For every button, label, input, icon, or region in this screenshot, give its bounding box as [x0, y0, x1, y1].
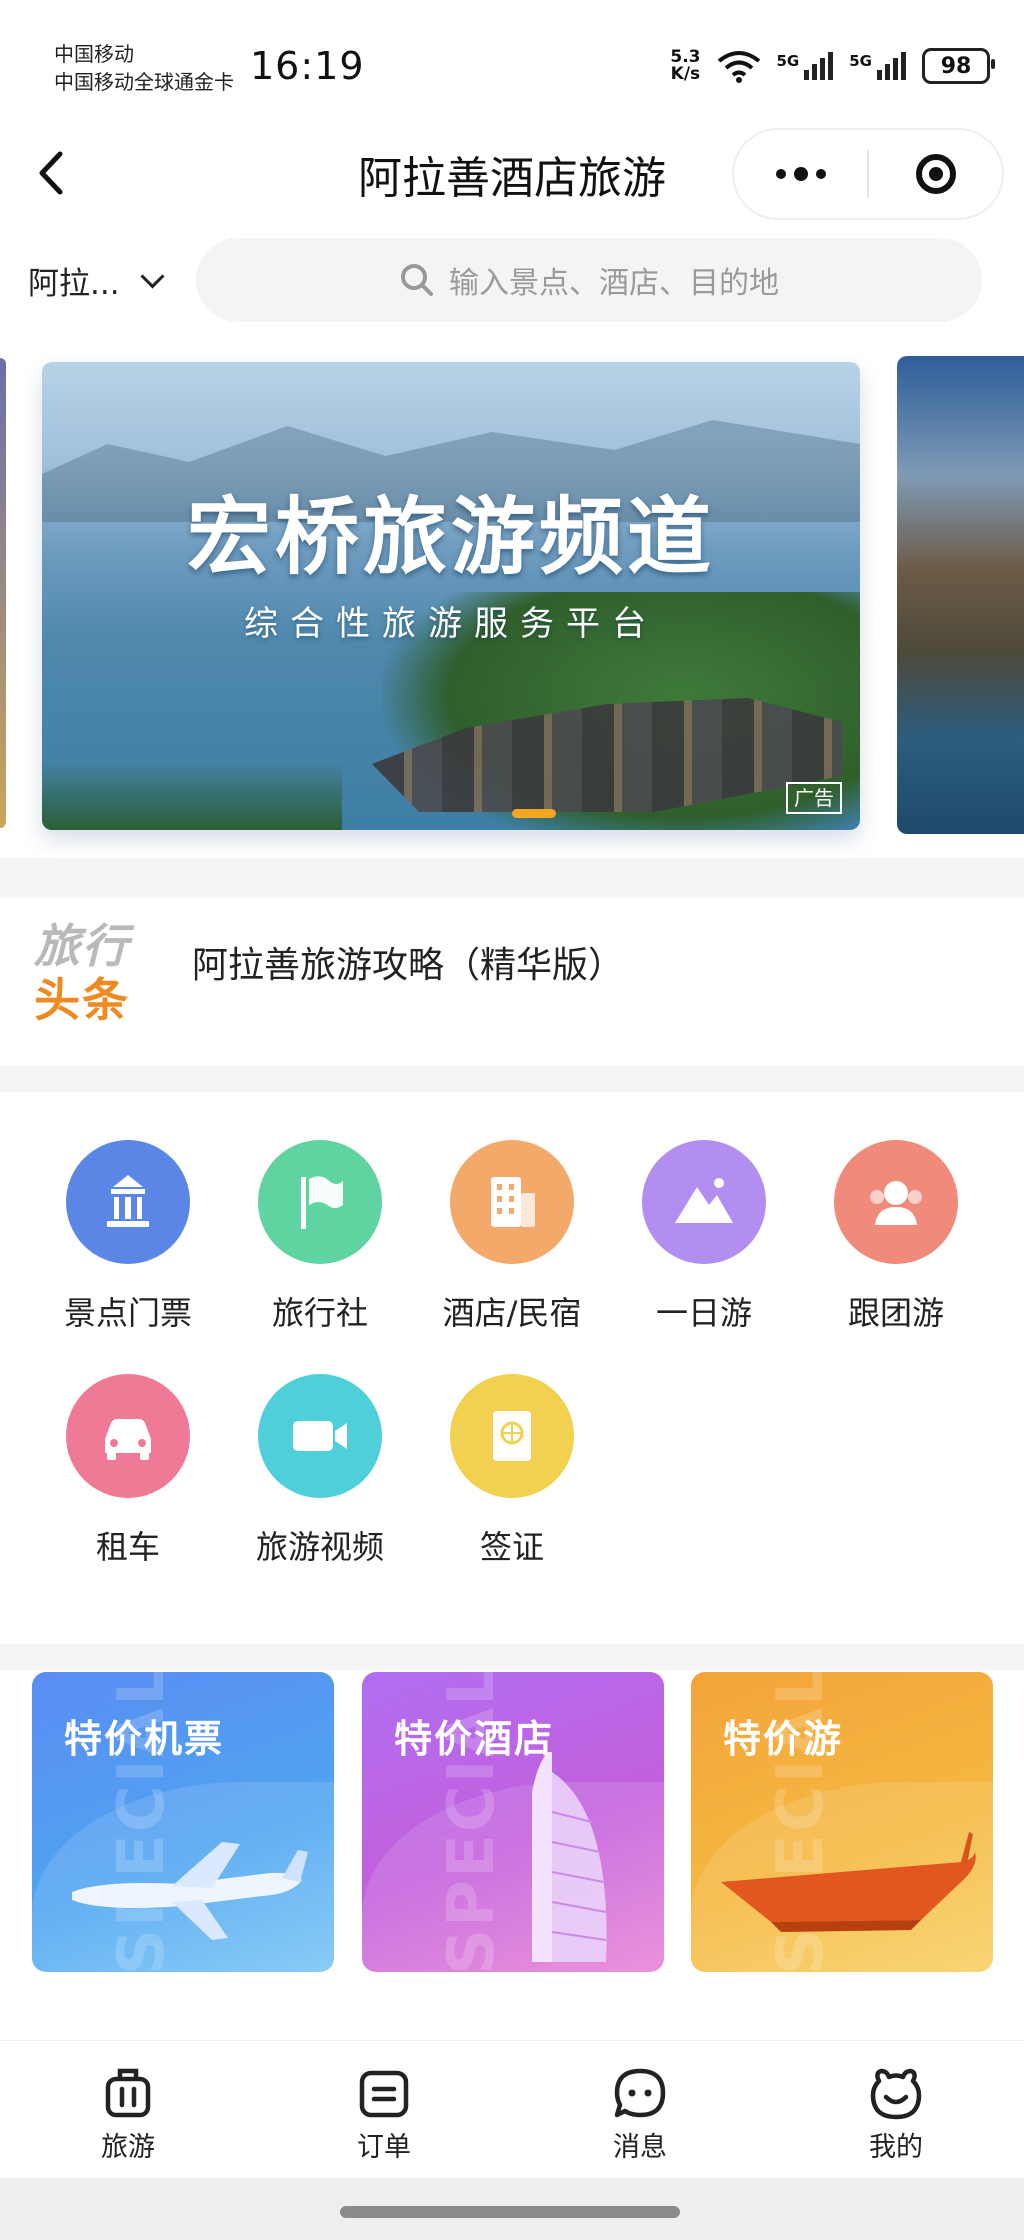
car-icon: [66, 1374, 190, 1498]
city-selector[interactable]: 阿拉...: [28, 258, 165, 303]
carrier-2: 中国移动全球通金卡: [54, 70, 234, 94]
flag-icon: [258, 1140, 382, 1264]
signal-sim1-icon: 5G: [777, 52, 834, 80]
city-label: 阿拉...: [28, 266, 120, 302]
carrier-info: 中国移动 中国移动全球通金卡: [54, 40, 234, 96]
mountain-icon: [642, 1140, 766, 1264]
building-icon: [450, 1140, 574, 1264]
promo-title: 特价酒店: [394, 1717, 555, 1761]
clock: 16:19: [250, 44, 365, 88]
chevron-down-icon: [140, 264, 165, 289]
category-label: 跟团游: [847, 1294, 944, 1332]
promo-title: 特价游: [723, 1717, 844, 1761]
airplane-icon: [72, 1842, 308, 1940]
bottom-tab-bar: 旅游 订单 消息 我的: [0, 2040, 1024, 2179]
section-divider: [0, 1644, 1024, 1670]
target-icon: [915, 154, 956, 194]
category-label: 酒店/民宿: [442, 1294, 582, 1332]
logo-top-text: 旅行: [34, 919, 130, 973]
logo-bottom-text: 头条: [34, 973, 130, 1027]
ad-badge: 广告: [786, 782, 842, 814]
tab-label: 旅游: [101, 2132, 155, 2163]
search-input[interactable]: 输入景点、酒店、目的地: [196, 238, 982, 322]
status-icons: 5.3 K/s 5G 5G 98: [670, 48, 995, 84]
category-travel-video[interactable]: 旅游视频: [224, 1374, 416, 1568]
section-divider: [0, 858, 1024, 898]
promo-card-tours[interactable]: SPECIAL 特价游: [691, 1672, 993, 1972]
group-icon: [834, 1140, 958, 1264]
carousel-prev-slide[interactable]: [0, 358, 6, 828]
home-indicator[interactable]: [340, 2206, 680, 2218]
carousel-next-slide[interactable]: [897, 356, 1024, 834]
message-icon: [614, 2068, 666, 2118]
category-label: 签证: [479, 1528, 544, 1566]
category-car-rental[interactable]: 租车: [32, 1374, 224, 1568]
profile-icon: [870, 2068, 922, 2120]
carrier-1: 中国移动: [54, 42, 134, 66]
battery-level: 98: [940, 53, 972, 79]
promo-card-flights[interactable]: SPECIAL 特价机票: [32, 1672, 334, 1972]
tab-label: 我的: [869, 2132, 923, 2163]
promo-card-hotels[interactable]: SPECIAL 特价酒店: [362, 1672, 664, 1972]
boat-icon: [721, 1832, 976, 1932]
tab-travel[interactable]: 旅游: [0, 2041, 256, 2179]
more-button[interactable]: [734, 130, 867, 218]
miniapp-capsule: [732, 128, 1004, 220]
category-tickets[interactable]: 景点门票: [32, 1140, 224, 1334]
search-placeholder: 输入景点、酒店、目的地: [449, 266, 779, 301]
order-icon: [359, 2070, 409, 2118]
tab-orders[interactable]: 订单: [256, 2041, 512, 2179]
video-icon: [258, 1374, 382, 1498]
category-day-tour[interactable]: 一日游: [608, 1140, 800, 1334]
category-travel-agency[interactable]: 旅行社: [224, 1140, 416, 1334]
banner-shore: [42, 762, 342, 830]
luggage-icon: [105, 2068, 151, 2118]
hotel-tower-icon: [532, 1752, 607, 1962]
net-speed-unit: K/s: [670, 64, 701, 84]
category-label: 景点门票: [63, 1294, 192, 1332]
signal-sim2-icon: 5G: [849, 52, 906, 80]
net-speed: 5.3 K/s: [670, 49, 700, 83]
status-bar: 中国移动 中国移动全球通金卡 16:19 5.3 K/s 5G 5G 98: [0, 0, 1024, 130]
headline-article-link[interactable]: 阿拉善旅游攻略（精华版）: [192, 936, 624, 988]
category-hotel[interactable]: 酒店/民宿: [416, 1140, 608, 1334]
sim1-label: 5G: [776, 52, 800, 70]
banner-slide[interactable]: 宏桥旅游频道 综合性旅游服务平台 广告: [42, 362, 860, 830]
tab-label: 消息: [613, 2132, 667, 2163]
tab-profile[interactable]: 我的: [768, 2041, 1024, 2179]
temple-icon: [66, 1140, 190, 1264]
category-visa[interactable]: 签证: [416, 1374, 608, 1568]
category-group-tour[interactable]: 跟团游: [800, 1140, 992, 1334]
category-label: 租车: [95, 1528, 160, 1566]
passport-icon: [450, 1374, 574, 1498]
promo-title: 特价机票: [64, 1717, 225, 1761]
category-label: 旅游视频: [255, 1528, 384, 1566]
tab-label: 订单: [357, 2132, 411, 2163]
travel-headline-logo: 旅行 头条: [34, 920, 144, 1040]
close-miniapp-button[interactable]: [869, 130, 1002, 218]
category-label: 旅行社: [271, 1294, 368, 1332]
tab-messages[interactable]: 消息: [512, 2041, 768, 2179]
search-icon: [401, 264, 433, 296]
section-divider: [0, 1066, 1024, 1092]
banner-subtitle: 综合性旅游服务平台: [244, 604, 658, 644]
sim2-label: 5G: [849, 52, 872, 70]
wifi-icon: [717, 51, 760, 83]
banner-title: 宏桥旅游频道: [186, 488, 715, 586]
category-label: 一日游: [655, 1294, 752, 1332]
carousel-indicator: [512, 809, 556, 818]
more-icon: [775, 167, 826, 181]
battery-icon: 98: [922, 48, 995, 84]
